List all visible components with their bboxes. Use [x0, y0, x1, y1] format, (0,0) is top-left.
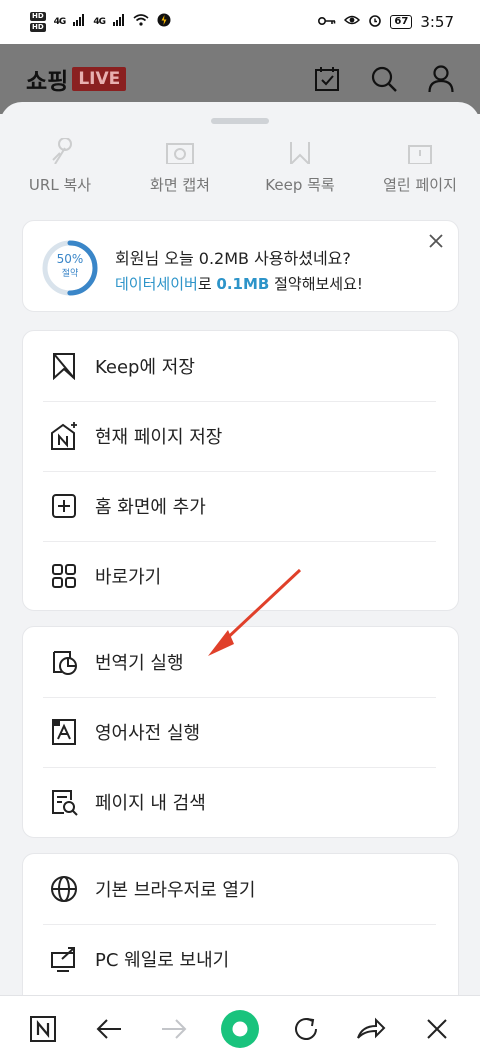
signal-label: 4G	[93, 17, 106, 27]
clock: 3:57	[420, 13, 454, 31]
hd-badge: HD	[30, 12, 46, 21]
menu-group-save: Keep에 저장 현재 페이지 저장 홈 화면에 추가 바로가기	[22, 330, 459, 611]
sheet-drag-handle[interactable]	[211, 118, 269, 124]
menu-item-label: 홈 화면에 추가	[95, 497, 206, 518]
menu-item-label: 페이지 내 검색	[95, 793, 206, 814]
menu-group-tools: 번역기 실행 영어사전 실행 페이지 내 검색	[22, 626, 459, 838]
power-saver-icon	[157, 13, 171, 31]
quick-action-keep-list[interactable]: Keep 목록	[240, 138, 360, 204]
quick-actions-row: URL 복사 화면 캡쳐 Keep 목록 열린 페이지	[0, 138, 480, 204]
data-saver-card[interactable]: 50% 절약 회원님 오늘 0.2MB 사용하셨네요? 데이터세이버로 0.1M…	[22, 220, 459, 312]
data-saver-text: 로	[197, 275, 217, 293]
close-icon[interactable]	[417, 1009, 457, 1049]
menu-group-external: 기본 브라우저로 열기 PC 웨일로 보내기	[22, 853, 459, 995]
live-badge: LIVE	[72, 67, 127, 91]
signal-icon	[112, 14, 125, 30]
bookmark-icon	[49, 351, 79, 381]
status-bar: HD HD 4G 4G 67 3:57	[0, 0, 480, 44]
menu-item-default-browser[interactable]: 기본 브라우저로 열기	[23, 854, 436, 924]
send-pc-icon	[49, 944, 79, 974]
menu-item-send-pc[interactable]: PC 웨일로 보내기	[23, 924, 436, 994]
green-dot-icon[interactable]	[220, 1009, 260, 1049]
add-home-icon	[49, 491, 79, 521]
dictionary-icon	[49, 717, 79, 747]
menu-item-label: 기본 브라우저로 열기	[95, 880, 256, 901]
alarm-icon	[368, 13, 382, 31]
savings-percent: 50%	[56, 252, 84, 266]
data-saver-link[interactable]: 데이터세이버	[115, 275, 198, 293]
bottom-toolbar	[0, 995, 480, 1061]
data-saver-suggestion[interactable]: 데이터세이버로 0.1MB 절약해보세요!	[115, 273, 363, 294]
quick-action-label: Keep 목록	[265, 176, 335, 194]
hd-badge: HD	[30, 23, 46, 32]
globe-icon	[49, 874, 79, 904]
eye-icon	[344, 14, 361, 30]
menu-item-find-in-page[interactable]: 페이지 내 검색	[23, 767, 436, 837]
menu-item-save-page[interactable]: 현재 페이지 저장	[23, 401, 436, 471]
key-icon	[318, 15, 336, 30]
menu-item-add-home[interactable]: 홈 화면에 추가	[23, 471, 436, 541]
tabs-icon	[405, 138, 435, 164]
more-menu-sheet: URL 복사 화면 캡쳐 Keep 목록 열린 페이지 50% 절약 회원님 오…	[0, 102, 480, 995]
find-in-page-icon	[49, 787, 79, 817]
quick-action-label: 열린 페이지	[383, 176, 457, 194]
refresh-icon[interactable]	[286, 1009, 326, 1049]
menu-item-label: 번역기 실행	[95, 653, 184, 674]
quick-action-label: 화면 캡쳐	[150, 176, 210, 194]
signal-icon	[73, 14, 85, 30]
signal-label: 4G	[53, 17, 67, 27]
data-saver-amount: 0.1MB	[216, 275, 270, 293]
translate-icon	[49, 647, 79, 677]
forward-arrow-icon[interactable]	[154, 1009, 194, 1049]
menu-item-label: 바로가기	[95, 567, 162, 588]
search-icon[interactable]	[370, 65, 398, 93]
user-icon[interactable]	[428, 65, 454, 93]
wifi-icon	[133, 14, 149, 30]
menu-item-label: Keep에 저장	[95, 357, 195, 378]
menu-item-label: 현재 페이지 저장	[95, 427, 223, 448]
battery-icon: 67	[390, 15, 413, 29]
data-usage-message: 회원님 오늘 0.2MB 사용하셨네요?	[115, 249, 351, 268]
save-page-icon	[49, 421, 79, 451]
close-icon[interactable]	[426, 231, 446, 251]
menu-item-shortcuts[interactable]: 바로가기	[23, 541, 436, 611]
brand-logo[interactable]: 쇼핑 LIVE	[26, 62, 127, 96]
bookmark-icon	[287, 138, 313, 164]
quick-action-url-copy[interactable]: URL 복사	[0, 138, 120, 204]
menu-item-keep-save[interactable]: Keep에 저장	[23, 331, 436, 401]
brand-text: 쇼핑	[26, 69, 69, 95]
data-saver-text: 절약해보세요!	[269, 275, 363, 293]
quick-action-label: URL 복사	[28, 176, 92, 194]
menu-item-label: PC 웨일로 보내기	[95, 950, 230, 971]
menu-item-translator[interactable]: 번역기 실행	[23, 627, 436, 697]
back-arrow-icon[interactable]	[89, 1009, 129, 1049]
savings-label: 절약	[61, 269, 79, 279]
calendar-check-icon[interactable]	[314, 66, 340, 92]
grid-icon	[49, 561, 79, 591]
capture-icon	[165, 138, 195, 164]
menu-item-label: 영어사전 실행	[95, 723, 201, 744]
naver-home-icon[interactable]	[23, 1009, 63, 1049]
quick-action-capture[interactable]: 화면 캡쳐	[120, 138, 240, 204]
link-icon	[47, 138, 73, 164]
share-icon[interactable]	[351, 1009, 391, 1049]
menu-item-dictionary[interactable]: 영어사전 실행	[23, 697, 436, 767]
quick-action-open-pages[interactable]: 열린 페이지	[360, 138, 480, 204]
